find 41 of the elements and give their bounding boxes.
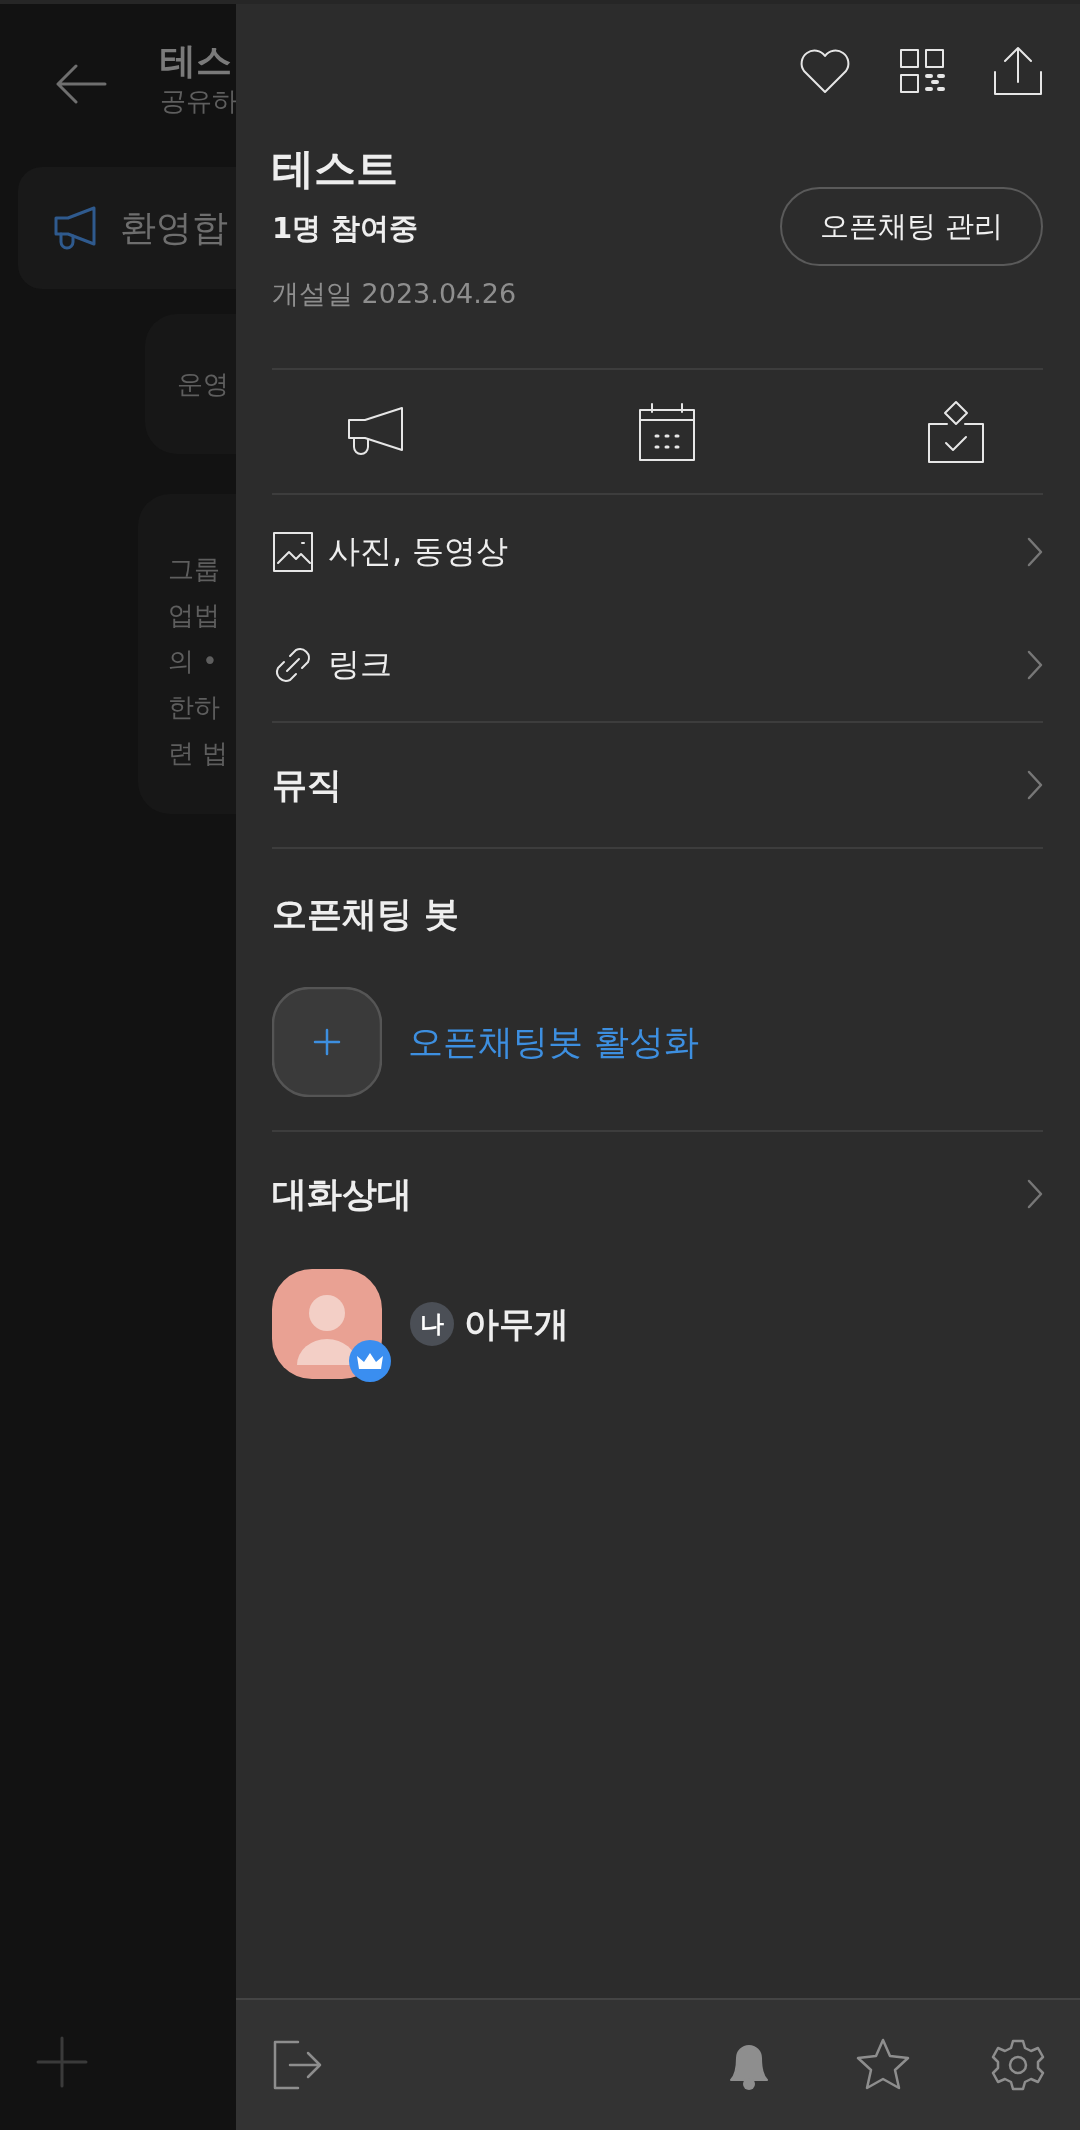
member-count: 1명 참여중 (272, 210, 420, 247)
qr-code-icon[interactable] (899, 48, 945, 94)
message-text: 운영 (177, 368, 230, 401)
created-date: 개설일 2023.04.26 (272, 277, 517, 311)
message-text: 의 • (168, 645, 219, 678)
calendar-icon[interactable] (637, 401, 696, 462)
me-badge: 나 (410, 1302, 454, 1346)
back-arrow-icon[interactable] (55, 64, 107, 104)
megaphone-icon[interactable] (346, 405, 406, 458)
room-title: 테스트 (272, 144, 399, 194)
message-text: 련 법 (168, 737, 230, 770)
chevron-right-icon[interactable] (1027, 1179, 1043, 1209)
star-icon[interactable] (855, 2038, 911, 2092)
chevron-right-icon (1027, 649, 1043, 680)
chat-title: 테스 (160, 39, 233, 83)
menu-row[interactable]: 뮤직 (272, 723, 1043, 847)
member-name: 아무개 (464, 1302, 569, 1346)
megaphone-icon (52, 206, 98, 250)
menu-label: 링크 (328, 643, 392, 685)
exit-icon[interactable] (272, 2039, 324, 2091)
message-text: 그룹 (168, 553, 221, 586)
settings-icon[interactable] (991, 2038, 1045, 2092)
message-text: 한하 (168, 691, 221, 724)
menu-row[interactable]: 링크 (272, 608, 1043, 721)
image-icon (272, 530, 314, 573)
chevron-right-icon (1027, 770, 1043, 800)
section-title: 대화상대 (272, 1172, 412, 1216)
heart-icon[interactable] (799, 48, 851, 94)
menu-label: 뮤직 (272, 763, 342, 807)
menu-row[interactable]: 사진, 동영상 (272, 495, 1043, 608)
message-text: 업법 (168, 599, 221, 632)
plus-icon (272, 987, 382, 1097)
ballot-box-icon[interactable] (927, 399, 985, 464)
notice-text: 환영합 (120, 205, 228, 250)
chevron-right-icon (1027, 536, 1043, 567)
manage-button[interactable]: 오픈채팅 관리 (779, 187, 1043, 266)
add-bot-button[interactable]: 오픈채팅봇 활성화 (272, 987, 1043, 1097)
share-icon[interactable] (993, 46, 1043, 96)
menu-label: 사진, 동영상 (328, 530, 509, 572)
section-title: 오픈채팅 봇 (272, 893, 461, 936)
add-bot-label: 오픈채팅봇 활성화 (408, 1020, 700, 1064)
